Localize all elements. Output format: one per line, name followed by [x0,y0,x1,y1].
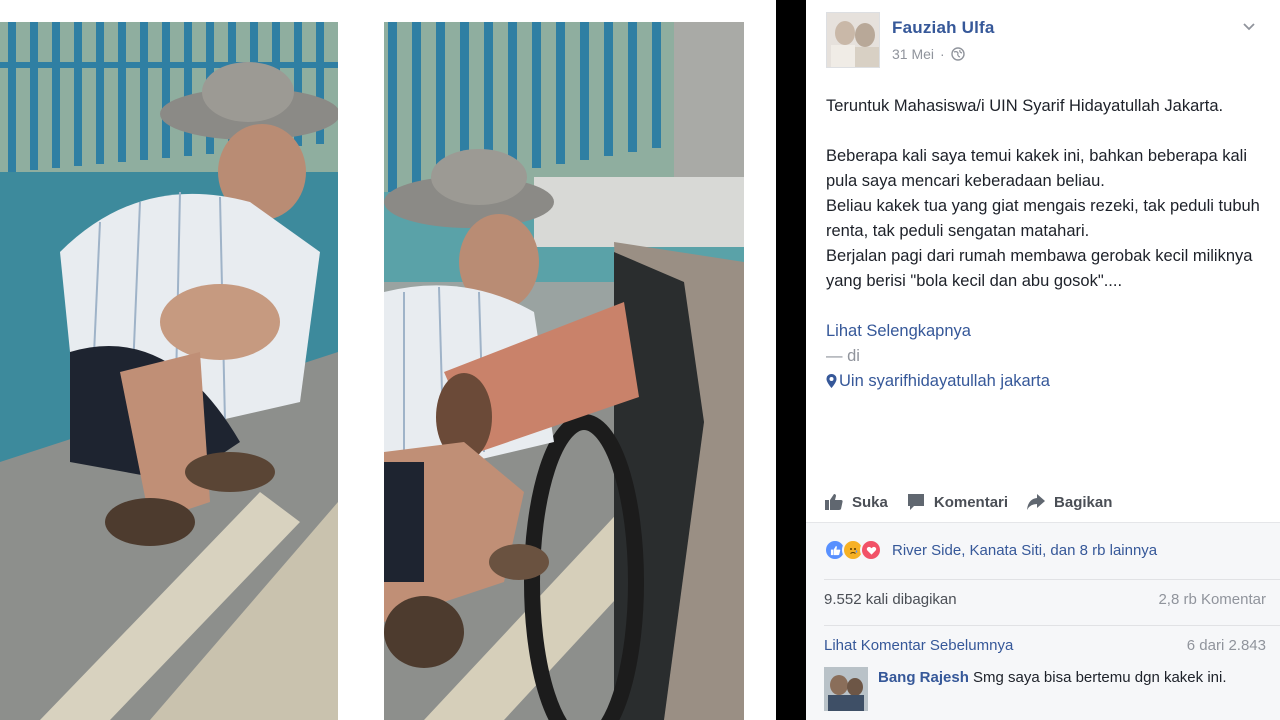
share-count[interactable]: 9.552 kali dibagikan [824,591,957,608]
comment-label: Komentari [933,493,1009,511]
photo-viewer [0,0,776,720]
author-name[interactable]: Fauziah Ulfa [892,18,995,38]
share-label: Bagikan [1054,493,1113,511]
post-paragraph-text: Berjalan pagi dari rumah membawa gerobak… [826,247,1253,290]
commenter-avatar[interactable] [824,667,868,711]
globe-icon[interactable] [951,47,965,61]
post-paragraph: Beliau kakek tua yang giat mengais rezek… [826,197,1260,240]
comment-body: Bang Rajesh Smg saya bisa bertemu dgn ka… [878,667,1258,688]
post-paragraph: Beberapa kali saya temui kakek ini, bahk… [826,147,1248,190]
comment-button[interactable]: Komentari [906,493,1008,511]
comment-text: Smg saya bisa bertemu dgn kakek ini. [973,669,1227,686]
post-photo-2[interactable] [384,22,744,720]
avatar-image [827,13,879,67]
comment-item: Bang Rajesh Smg saya bisa bertemu dgn ka… [824,667,1264,720]
see-more-link[interactable]: Lihat Selengkapnya [826,322,971,340]
post-photo-1[interactable] [0,22,338,720]
post-paragraph: Berjalan pagi dari rumah membawa gerobak… [826,244,1266,294]
previous-comments-row: Lihat Komentar Sebelumnya 6 dari 2.843 [824,637,1266,654]
location-separator: — di [826,347,860,365]
view-previous-comments-link[interactable]: Lihat Komentar Sebelumnya [824,637,1013,654]
photo-elderly-man-with-cart [384,22,744,720]
share-arrow-icon [1027,494,1046,510]
share-button[interactable]: Bagikan [1026,493,1112,511]
post-footer-line: Lihat Selengkapnya — di Uin syarifhidaya… [826,294,1266,394]
reactions-summary[interactable]: River Side, Kanata Siti, dan 8 rb lainny… [824,537,1157,563]
chevron-down-icon[interactable] [1242,20,1256,34]
viewer-panel-divider [776,0,806,720]
comment-icon [907,494,924,510]
reaction-icons [824,539,882,561]
divider [824,625,1280,626]
reactions-text[interactable]: River Side, Kanata Siti, dan 8 rb lainny… [892,542,1157,559]
like-label: Suka [852,493,888,511]
author-avatar[interactable] [826,12,880,68]
post-text: Teruntuk Mahasiswa/i UIN Syarif Hidayatu… [826,94,1266,394]
post-date[interactable]: 31 Mei [892,46,934,62]
post-paragraph: Teruntuk Mahasiswa/i UIN Syarif Hidayatu… [826,97,1224,115]
post-actions-bar: Suka Komentari Bagikan [806,484,1280,520]
love-reaction-icon [860,539,882,561]
share-stats-row: 9.552 kali dibagikan 2,8 rb Komentar [824,591,1266,608]
feedback-section: River Side, Kanata Siti, dan 8 rb lainny… [806,522,1280,720]
comment-count[interactable]: 2,8 rb Komentar [1158,591,1266,608]
location-pin-icon [826,374,837,388]
post-panel: Fauziah Ulfa 31 Mei · Teruntuk Mahasiswa… [806,0,1280,720]
post-meta: 31 Mei · [892,46,965,62]
commenter-avatar-image [824,667,868,711]
like-button[interactable]: Suka [824,493,888,511]
photo-elderly-man-squatting [0,22,338,720]
post-header: Fauziah Ulfa 31 Mei · [826,12,1266,72]
location-link[interactable]: Uin syarifhidayatullah jakarta [839,372,1050,390]
comment-author[interactable]: Bang Rajesh [878,669,969,686]
comment-pagination: 6 dari 2.843 [1186,637,1266,654]
divider [824,579,1280,580]
thumbs-up-icon [825,494,843,510]
